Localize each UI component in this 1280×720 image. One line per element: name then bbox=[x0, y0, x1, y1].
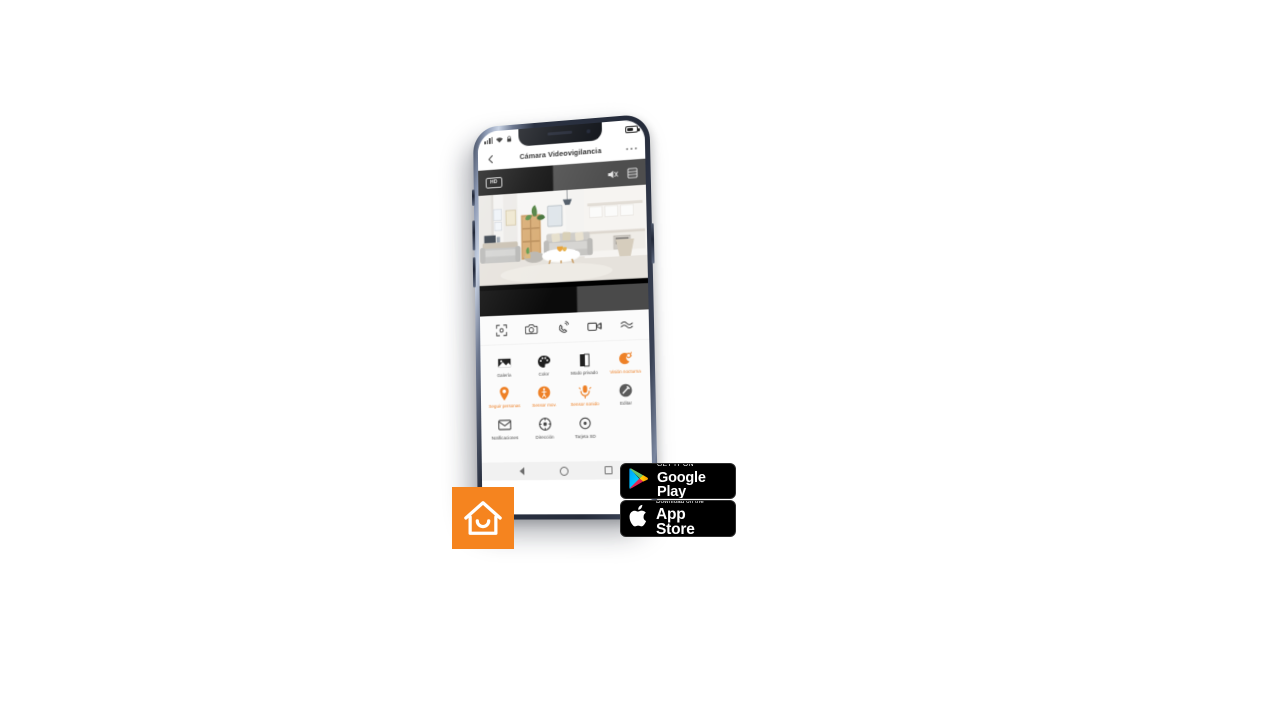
feature-label: Seguir personas bbox=[488, 403, 521, 410]
feature-label: Notificaciones bbox=[491, 434, 519, 441]
speaker-muted-icon[interactable] bbox=[607, 168, 619, 180]
earpiece-speaker bbox=[547, 130, 573, 136]
feature-tarjeta-sd[interactable]: Tarjeta SD bbox=[565, 411, 606, 444]
phone-mute-switch[interactable] bbox=[471, 189, 475, 207]
phone-frame: Cámara Videovigilancia HD Galería Color … bbox=[471, 113, 659, 520]
phone-volume-up[interactable] bbox=[472, 220, 476, 251]
sd-card-icon bbox=[579, 416, 591, 430]
feature-empty bbox=[605, 410, 647, 443]
app-store-badge[interactable]: Download on the App Store bbox=[620, 500, 736, 537]
feature-row-1: Galería Color Modo privado Visión noctur… bbox=[484, 346, 646, 383]
feature-row-3: Notificaciones Dirección Tarjeta SD bbox=[485, 410, 648, 445]
feature-galeria[interactable]: Galería bbox=[484, 350, 524, 382]
house-icon bbox=[464, 501, 502, 535]
feature-label: Color bbox=[538, 371, 550, 377]
motion-sensor-icon bbox=[537, 386, 551, 400]
night-vision-icon bbox=[618, 352, 633, 367]
phone-screen: Cámara Videovigilancia HD Galería Color … bbox=[477, 118, 654, 515]
notifications-icon bbox=[498, 418, 511, 432]
google-badge-small-text: GET IT ON bbox=[657, 463, 694, 469]
feature-sensor-mov[interactable]: Sensor mov. bbox=[524, 380, 565, 412]
back-arrow-icon[interactable] bbox=[485, 154, 496, 164]
feature-label: Dirección bbox=[535, 434, 555, 440]
feature-label: Tarjeta SD bbox=[574, 433, 596, 440]
apple-badge-big-text: App Store bbox=[656, 505, 695, 537]
page-root: Cámara Videovigilancia HD Galería Color … bbox=[0, 0, 1280, 720]
feature-row-2: Seguir personas Sensor mov. Sensor sonid… bbox=[485, 378, 647, 414]
feature-editar[interactable]: Editar bbox=[605, 378, 647, 411]
direction-icon bbox=[538, 417, 551, 431]
nav-home-icon[interactable] bbox=[559, 466, 569, 476]
privacy-icon bbox=[579, 353, 590, 367]
wifi-icon bbox=[495, 130, 504, 148]
camera-video-area[interactable]: HD bbox=[478, 158, 649, 317]
front-camera bbox=[586, 129, 591, 134]
feature-label: Visión nocturna bbox=[609, 368, 641, 375]
home-app-logo bbox=[452, 487, 514, 549]
person-track-icon bbox=[499, 387, 510, 402]
feature-label: Sensor mov. bbox=[532, 402, 557, 409]
apple-logo-icon bbox=[629, 504, 649, 533]
camera-live-feed bbox=[478, 184, 649, 292]
feature-label: Modo privado bbox=[570, 369, 598, 376]
nav-recents-icon[interactable] bbox=[604, 466, 613, 475]
google-badge-big-text: Google Play bbox=[657, 469, 706, 499]
sound-sensor-icon bbox=[578, 385, 591, 399]
nav-back-icon[interactable] bbox=[519, 467, 525, 476]
feature-direccion[interactable]: Dirección bbox=[524, 412, 565, 444]
feature-sensor-sonido[interactable]: Sensor sonido bbox=[564, 379, 605, 412]
gallery-icon bbox=[497, 356, 511, 370]
google-play-triangle-icon bbox=[629, 467, 650, 495]
lock-icon bbox=[506, 130, 512, 148]
feature-privado[interactable]: Modo privado bbox=[564, 347, 605, 380]
feature-notificaciones[interactable]: Notificaciones bbox=[485, 413, 525, 445]
video-record-icon[interactable] bbox=[587, 320, 602, 332]
waves-icon[interactable] bbox=[620, 320, 633, 330]
feature-grid: Galería Color Modo privado Visión noctur… bbox=[480, 339, 653, 463]
feature-label: Galería bbox=[496, 372, 512, 378]
signal-bars-icon bbox=[484, 136, 493, 144]
apple-badge-small-text: Download on the bbox=[656, 500, 704, 506]
feature-label: Editar bbox=[619, 400, 632, 407]
palette-icon bbox=[537, 354, 551, 368]
battery-icon bbox=[625, 124, 638, 133]
page-title: Cámara Videovigilancia bbox=[519, 146, 602, 162]
feature-seguir[interactable]: Seguir personas bbox=[485, 382, 525, 414]
feature-label: Sensor sonido bbox=[570, 401, 600, 408]
camera-icon[interactable] bbox=[525, 323, 538, 335]
voice-talk-icon[interactable] bbox=[556, 320, 569, 334]
recordings-list-icon[interactable] bbox=[627, 167, 638, 179]
phone-volume-down[interactable] bbox=[472, 257, 476, 288]
video-quality-badge[interactable]: HD bbox=[485, 176, 503, 189]
focus-frame-icon[interactable] bbox=[495, 324, 506, 336]
feature-nocturna[interactable]: Visión nocturna bbox=[604, 346, 646, 379]
google-play-badge[interactable]: GET IT ON Google Play bbox=[620, 463, 736, 499]
edit-pencil-icon bbox=[619, 383, 633, 398]
more-options-icon[interactable] bbox=[626, 146, 638, 151]
feature-color[interactable]: Color bbox=[524, 349, 565, 382]
phone-power-button[interactable] bbox=[650, 223, 655, 264]
